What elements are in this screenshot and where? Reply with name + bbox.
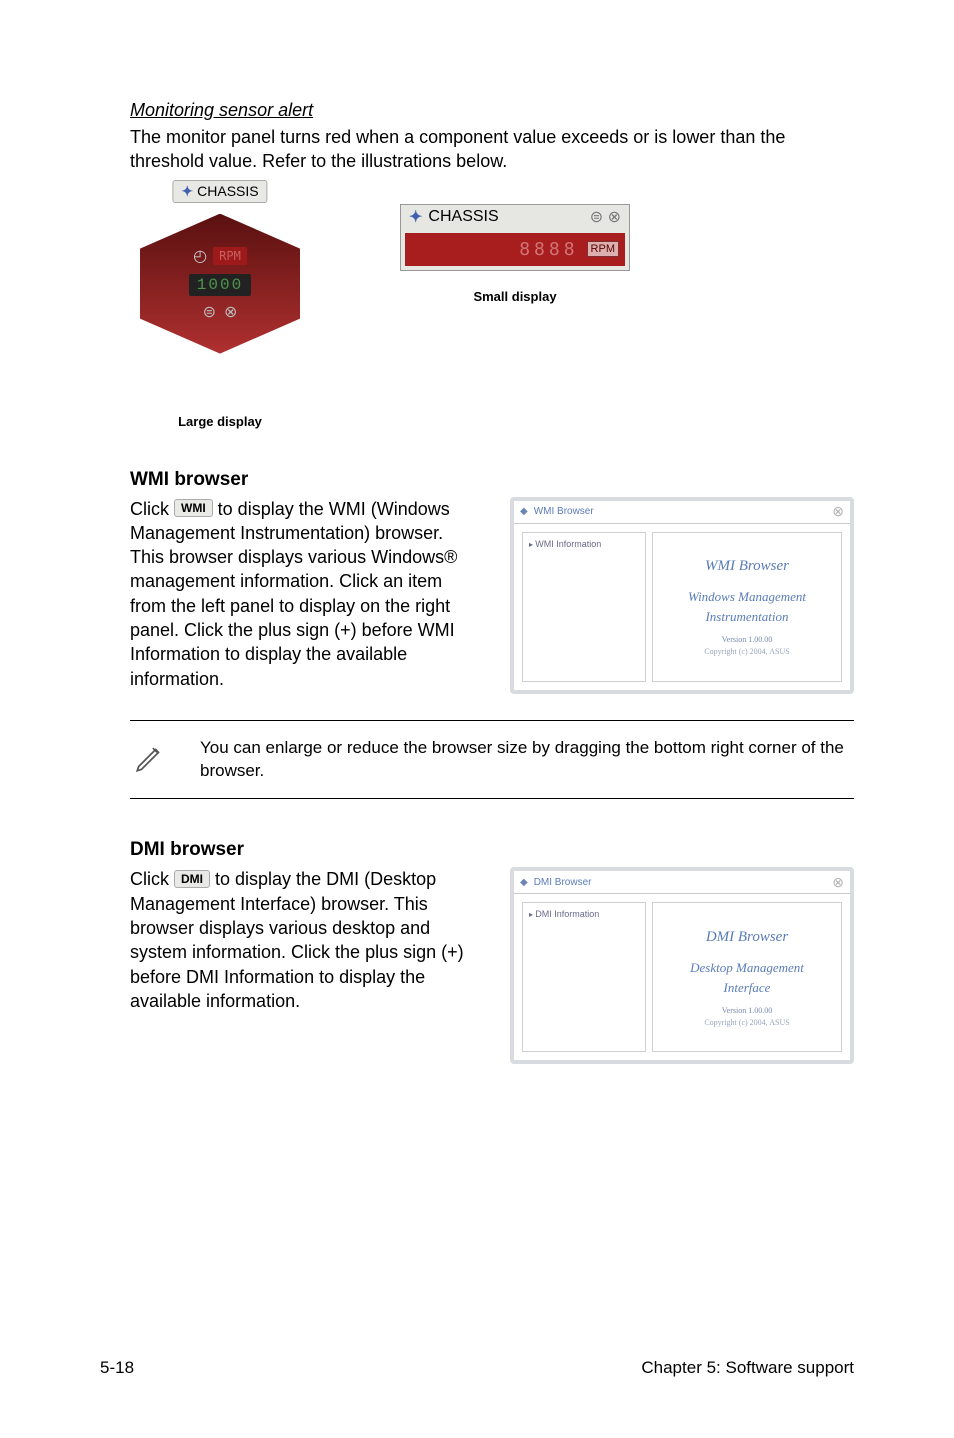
dmi-copyright: Copyright (c) 2004, ASUS [704, 1017, 789, 1029]
dmi-content: DMI Browser Desktop Management Interface… [652, 902, 842, 1052]
caption-small: Small display [400, 289, 630, 304]
wmi-tree[interactable]: WMI Information [522, 532, 646, 682]
settings-icon-small: ⊜ [590, 209, 603, 226]
settings-icon: ⊜ [203, 302, 216, 322]
wmi-version: Version 1.00.00 [722, 634, 772, 646]
dmi-window: ◆ DMI Browser ⊗ DMI Information DMI Brow… [510, 867, 854, 1064]
chassis-label-badge: ✦ CHASSIS [172, 180, 267, 203]
dmi-body-suffix: to display the DMI (Desktop Management I… [130, 869, 464, 1010]
note-text: You can enlarge or reduce the browser si… [200, 737, 854, 783]
dmi-close-icon[interactable]: ⊗ [832, 874, 844, 891]
rpm-label-small: RPM [587, 241, 619, 257]
wmi-window-title: WMI Browser [534, 506, 594, 517]
wmi-content: WMI Browser Windows Management Instrumen… [652, 532, 842, 682]
dmi-inline-button[interactable]: DMI [174, 870, 210, 888]
dmi-tree-root[interactable]: DMI Information [529, 909, 639, 919]
wmi-body: Click WMI to display the WMI (Windows Ma… [130, 497, 480, 691]
close-icon-small: ⊗ [608, 209, 621, 226]
wmi-tree-root[interactable]: WMI Information [529, 539, 639, 549]
footer-page-number: 5-18 [100, 1358, 134, 1378]
note-box: You can enlarge or reduce the browser si… [130, 720, 854, 800]
chassis-large-display: ✦ CHASSIS ◴ RPM 1000 ⊜ ⊗ Large display [130, 184, 310, 429]
wmi-heading: WMI browser [130, 469, 854, 491]
wmi-body-suffix: to display the WMI (Windows Management I… [130, 499, 457, 689]
rpm-digits-small: 8888 [519, 239, 578, 260]
dmi-content-sub2: Interface [724, 978, 771, 998]
dmi-tree[interactable]: DMI Information [522, 902, 646, 1052]
dmi-content-sub1: Desktop Management [690, 958, 804, 978]
dmi-version: Version 1.00.00 [722, 1005, 772, 1017]
close-icon: ⊗ [224, 302, 237, 322]
chassis-label-text: CHASSIS [197, 183, 258, 199]
wmi-copyright: Copyright (c) 2004, ASUS [704, 646, 789, 658]
dmi-window-title: DMI Browser [534, 877, 592, 888]
wmi-window: ◆ WMI Browser ⊗ WMI Information WMI Brow… [510, 497, 854, 694]
caption-large: Large display [130, 414, 310, 429]
wmi-content-title: WMI Browser [705, 555, 789, 578]
chassis-small-display: ✦ CHASSIS ⊜ ⊗ 8888 RPM Small display [400, 204, 630, 304]
dmi-content-title: DMI Browser [706, 926, 788, 949]
footer-chapter: Chapter 5: Software support [641, 1358, 854, 1378]
rpm-tag-large: RPM [213, 247, 247, 265]
dmi-heading: DMI browser [130, 839, 854, 861]
wmi-window-icon: ◆ [520, 506, 528, 517]
pencil-icon [130, 737, 170, 775]
digital-readout: 1000 [189, 274, 251, 296]
alert-heading: Monitoring sensor alert [130, 100, 854, 121]
hexagon-panel: ◴ RPM 1000 ⊜ ⊗ [140, 214, 300, 354]
fan-icon-small: ✦ [409, 207, 422, 227]
wmi-close-icon[interactable]: ⊗ [832, 503, 844, 520]
alert-body: The monitor panel turns red when a compo… [130, 125, 854, 174]
fan-blade-icon: ◴ [193, 246, 207, 266]
dmi-body-prefix: Click [130, 869, 174, 889]
dmi-body: Click DMI to display the DMI (Desktop Ma… [130, 867, 480, 1013]
wmi-content-sub1: Windows Management [688, 587, 806, 607]
wmi-inline-button[interactable]: WMI [174, 499, 213, 517]
wmi-content-sub2: Instrumentation [705, 607, 788, 627]
chassis-label-small: CHASSIS [428, 208, 498, 226]
fan-icon: ✦ [181, 183, 193, 200]
dmi-window-icon: ◆ [520, 877, 528, 888]
wmi-body-prefix: Click [130, 499, 174, 519]
